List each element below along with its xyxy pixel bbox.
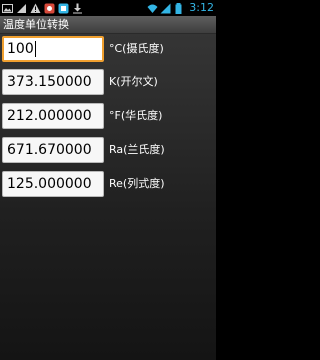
rankine-input[interactable]: 671.670000 [2,137,104,163]
converter-panel: 100 °C(摄氏度) 373.150000 K(开尔文) 212.000000… [0,34,216,360]
status-bar: 3:12 [0,0,216,16]
title-bar: 温度单位转换 [0,16,216,34]
reaumur-unit-label: Re(列式度) [109,177,165,190]
signal-icon [160,3,171,14]
fahrenheit-unit-label: °F(华氏度) [109,109,163,122]
download-icon [72,3,83,14]
celsius-input[interactable]: 100 [2,36,104,62]
image-icon [2,3,13,14]
app-icon-2 [58,3,69,14]
rankine-unit-label: Ra(兰氏度) [109,143,165,156]
app-title: 温度单位转换 [3,18,69,31]
status-bar-system: 3:12 [147,1,214,15]
kelvin-input[interactable]: 373.150000 [2,69,104,95]
notification-icon [16,3,27,14]
celsius-value: 100 [7,41,34,57]
battery-icon [173,2,184,14]
celsius-unit-label: °C(摄氏度) [109,42,164,55]
status-clock: 3:12 [189,1,214,14]
kelvin-unit-label: K(开尔文) [109,75,158,88]
text-caret [34,41,36,57]
status-bar-notifications [2,1,83,15]
reaumur-input[interactable]: 125.000000 [2,171,104,197]
fahrenheit-input[interactable]: 212.000000 [2,103,104,129]
warning-icon [30,3,41,14]
app-icon [44,3,55,14]
wifi-icon [147,3,158,14]
